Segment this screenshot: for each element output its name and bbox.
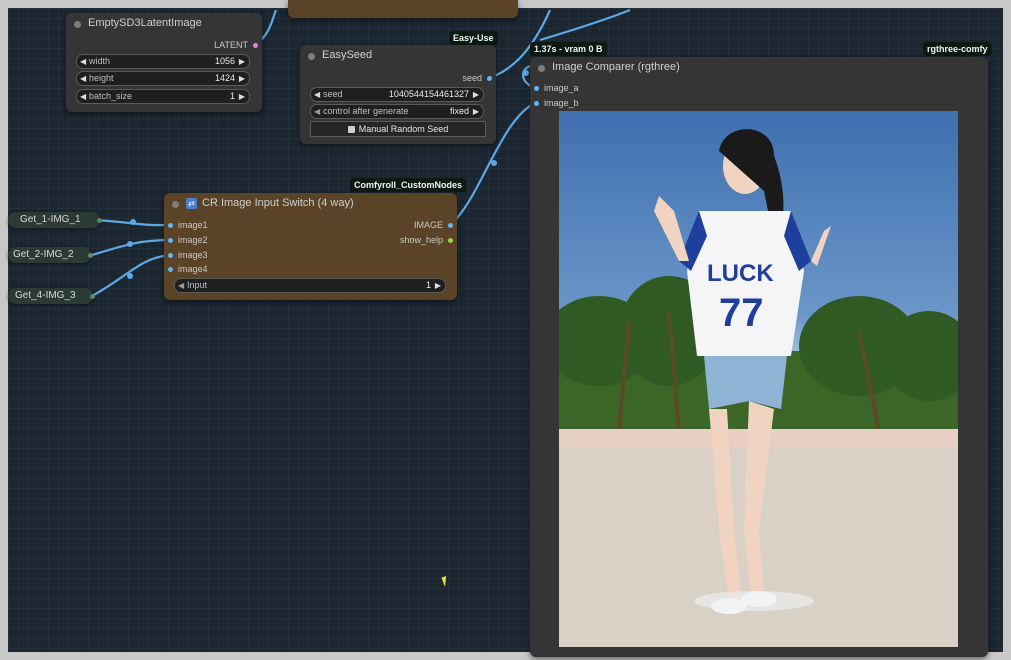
beach-photo-icon: LUCK 77 [559,129,958,647]
latent-output-label: LATENT [214,40,248,50]
node-title: CR Image Input Switch (4 way) [202,197,354,209]
collapse-dot-icon[interactable] [172,201,179,208]
svg-text:77: 77 [719,291,764,335]
image2-input-port[interactable] [168,238,173,243]
get-node-output-port[interactable] [90,294,95,299]
image-output-label: IMAGE [413,220,443,230]
image-a-input-label: image_a [544,83,579,93]
show-help-output-label: show_help [399,235,443,245]
collapse-dot-icon[interactable] [308,53,315,60]
image3-input-label: image3 [178,250,208,260]
manual-random-seed-button[interactable]: Manual Random Seed [310,121,486,137]
timing-badge: 1.37s - vram 0 B [530,42,607,56]
get-node-label: Get_4-IMG_3 [15,290,76,301]
input-select-widget[interactable]: ◀ Input 1 ▶ [174,278,446,293]
image1-input-label: image1 [178,220,208,230]
dice-icon [347,126,355,133]
wire-top-right [539,8,631,42]
image3-input-port[interactable] [168,253,173,258]
rgthree-badge: rgthree-comfy [923,42,992,56]
get-node-output-port[interactable] [97,218,102,223]
image4-input-port[interactable] [168,267,173,272]
batch-size-widget[interactable]: ◀ batch_size 1 ▶ [76,89,250,104]
image4-input-label: image4 [178,264,208,274]
collapse-dot-icon[interactable] [538,65,545,72]
node-title: EmptySD3LatentImage [88,17,202,29]
node-title: EasySeed [322,49,373,61]
get-node-img-1[interactable]: Get_1-IMG_1 [8,212,102,228]
image-b-input-port[interactable] [534,101,539,106]
show-help-output-port[interactable] [448,238,453,243]
image1-input-port[interactable] [168,223,173,228]
svg-text:LUCK: LUCK [707,260,774,287]
control-after-generate-widget[interactable]: ◀ control after generate fixed ▶ [310,104,484,119]
empty-sd3-latent-image-node[interactable]: EmptySD3LatentImage LATENT ◀ width 1056 ▶ ◀… [66,13,262,112]
image-b-input-label: image_b [544,98,579,108]
get-node-label: Get_2-IMG_2 [13,249,74,260]
image-comparer-node[interactable]: Image Comparer (rgthree) image_a image_b [530,57,988,657]
partial-node-top[interactable] [288,0,518,18]
seed-output-label: seed [462,73,482,83]
image-a-input-port[interactable] [534,86,539,91]
seed-widget[interactable]: ◀ seed 1040544154461327 ▶ [310,87,484,102]
image-output-port[interactable] [448,223,453,228]
get-node-label: Get_1-IMG_1 [20,214,81,225]
seed-output-port[interactable] [487,76,492,81]
latent-output-port[interactable] [253,43,258,48]
image2-input-label: image2 [178,235,208,245]
width-widget[interactable]: ◀ width 1056 ▶ [76,54,250,69]
height-widget[interactable]: ◀ height 1424 ▶ [76,71,250,86]
comfyroll-badge: Comfyroll_CustomNodes [350,178,467,192]
comparison-image[interactable]: LUCK 77 [559,111,958,647]
get-node-img-3[interactable]: Get_4-IMG_3 [8,288,95,304]
collapse-dot-icon[interactable] [74,21,81,28]
easy-use-badge: Easy-Use [449,31,498,45]
get-node-img-2[interactable]: Get_2-IMG_2 [8,247,93,263]
node-title: Image Comparer (rgthree) [552,61,680,73]
cr-image-input-switch-node[interactable]: ⇄ CR Image Input Switch (4 way) image1 i… [164,193,457,300]
get-node-output-port[interactable] [88,253,93,258]
switch-icon: ⇄ [186,198,197,209]
easy-seed-node[interactable]: EasySeed seed ◀ seed 1040544154461327 ▶ ◀ co… [300,45,496,144]
